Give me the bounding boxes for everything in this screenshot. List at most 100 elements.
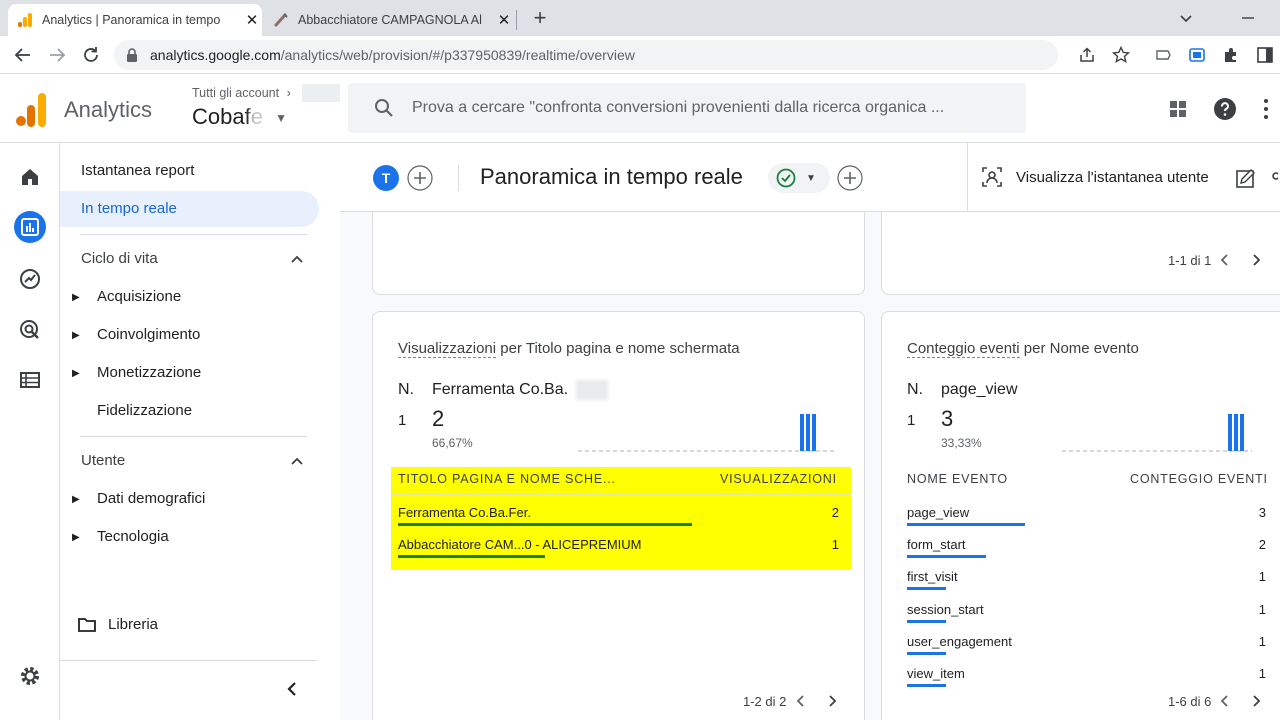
expand-caret-icon: ▶: [72, 330, 80, 341]
close-tab-icon[interactable]: ✕: [494, 11, 514, 29]
collapse-nav-chevron-icon[interactable]: [284, 680, 300, 698]
extension-translate-icon[interactable]: [1188, 46, 1206, 64]
top-value: 2: [432, 406, 445, 431]
configure-list-icon[interactable]: [14, 364, 46, 396]
admin-gear-icon[interactable]: [14, 660, 46, 692]
divider: [967, 143, 968, 212]
pagination-label: 1-1 di 1: [1168, 253, 1212, 268]
redacted-property: [250, 104, 274, 130]
edit-report-icon[interactable]: [1235, 167, 1257, 189]
google-analytics-logo-icon[interactable]: [16, 93, 46, 127]
back-arrow-icon[interactable]: [12, 44, 34, 66]
nav-item-engagement[interactable]: Coinvolgimento: [97, 326, 200, 343]
prev-page-chevron-icon[interactable]: [794, 694, 808, 708]
share-icon[interactable]: [1078, 46, 1096, 64]
views-sparkline: [578, 414, 834, 452]
events-sparkline: [1062, 414, 1252, 452]
row-share-bar: [907, 587, 946, 591]
nav-section-lifecycle[interactable]: Ciclo di vita: [81, 250, 158, 267]
tab-search-chevron-icon[interactable]: [1174, 6, 1198, 30]
table-row[interactable]: session_start 1: [900, 602, 1270, 634]
table-row[interactable]: page_view 3: [900, 505, 1270, 537]
nav-item-realtime[interactable]: In tempo reale: [81, 200, 177, 217]
search-input[interactable]: Prova a cercare "confronta conversioni p…: [348, 83, 1026, 133]
reload-icon[interactable]: [80, 44, 102, 66]
explore-icon[interactable]: [14, 263, 46, 295]
lock-icon: [126, 48, 138, 62]
rank-label: N.: [907, 381, 923, 398]
browser-tab-product[interactable]: Abbacchiatore CAMPAGNOLA Al ✕: [264, 4, 514, 36]
next-page-chevron-icon[interactable]: [825, 694, 839, 708]
reports-icon[interactable]: [14, 211, 46, 243]
minimize-window-icon[interactable]: [1236, 6, 1260, 30]
table-row[interactable]: form_start 2: [900, 537, 1270, 569]
add-card-icon[interactable]: [837, 165, 863, 191]
row-value: 1: [1258, 666, 1266, 681]
row-value: 1: [831, 537, 839, 552]
analytics-favicon-icon: [8, 12, 42, 28]
column-header-event-count[interactable]: CONTEGGIO EVENTI: [1130, 472, 1268, 486]
table-row[interactable]: user_engagement 1: [900, 634, 1270, 666]
nav-item-monetization[interactable]: Monetizzazione: [97, 364, 201, 381]
advertising-icon[interactable]: [14, 314, 46, 346]
page-title: Panoramica in tempo reale: [480, 164, 743, 189]
column-header-page-title[interactable]: TITOLO PAGINA E NOME SCHE...: [398, 472, 616, 486]
prev-page-chevron-icon[interactable]: [1218, 253, 1232, 267]
comparison-avatar[interactable]: T: [373, 165, 399, 191]
table-divider: [391, 494, 851, 495]
column-header-views[interactable]: VISUALIZZAZIONI: [720, 472, 837, 486]
row-value: 1: [1258, 601, 1266, 617]
row-value: 3: [1258, 505, 1266, 520]
table-row[interactable]: Abbacchiatore CAM...0 - ALICEPREMIUM 1: [391, 537, 851, 569]
user-snapshot-icon[interactable]: [981, 166, 1003, 188]
redacted-text: [576, 380, 608, 400]
collapse-lifecycle-chevron-icon[interactable]: [290, 252, 304, 266]
nav-item-demographics[interactable]: Dati demografici: [97, 490, 205, 507]
caret-down-icon: ▼: [806, 172, 816, 184]
top-value: 3: [941, 406, 954, 431]
row-share-bar: [907, 523, 1025, 526]
help-icon[interactable]: [1213, 97, 1237, 121]
table-row[interactable]: Ferramenta Co.Ba.Fer. 2: [391, 505, 851, 537]
collapse-user-chevron-icon[interactable]: [290, 454, 304, 468]
share-report-icon[interactable]: [1270, 170, 1278, 182]
extension-tag-icon[interactable]: [1154, 46, 1172, 64]
column-header-event-name[interactable]: NOME EVENTO: [907, 472, 1008, 486]
apps-grid-icon[interactable]: [1168, 99, 1188, 119]
row-value: 2: [1258, 537, 1266, 553]
add-comparison-icon[interactable]: [407, 165, 433, 191]
top-rank: 1: [398, 412, 407, 429]
row-name: Ferramenta Co.Ba.Fer.: [398, 505, 531, 520]
redacted-account: [302, 84, 340, 102]
top-rank: 1: [907, 412, 916, 429]
table-row[interactable]: first_visit 1: [900, 569, 1270, 601]
forward-arrow-icon[interactable]: [46, 44, 68, 66]
new-tab-plus-icon[interactable]: +: [528, 6, 552, 30]
side-panel-icon[interactable]: [1256, 46, 1274, 64]
close-tab-icon[interactable]: ✕: [242, 11, 262, 29]
expand-caret-icon: ▶: [72, 532, 80, 543]
nav-section-user[interactable]: Utente: [81, 452, 125, 469]
row-value: 2: [831, 505, 839, 520]
address-bar[interactable]: analytics.google.com/analytics/web/provi…: [114, 40, 1058, 70]
bookmark-star-icon[interactable]: [1112, 46, 1130, 64]
user-snapshot-button[interactable]: Visualizza l'istantanea utente: [1016, 169, 1209, 186]
report-status-dropdown[interactable]: ▼: [768, 163, 830, 193]
next-page-chevron-icon[interactable]: [1249, 694, 1263, 708]
extensions-puzzle-icon[interactable]: [1222, 46, 1240, 64]
nav-item-technology[interactable]: Tecnologia: [97, 528, 169, 545]
prev-page-chevron-icon[interactable]: [1218, 694, 1232, 708]
more-vert-icon[interactable]: [1262, 98, 1270, 120]
search-placeholder: Prova a cercare "confronta conversioni p…: [412, 99, 945, 116]
account-breadcrumb[interactable]: Tutti gli account ›: [192, 86, 291, 100]
home-icon[interactable]: [14, 161, 46, 193]
nav-item-library[interactable]: Libreria: [108, 616, 158, 633]
nav-item-retention[interactable]: Fidelizzazione: [97, 402, 192, 419]
nav-item-acquisition[interactable]: Acquisizione: [97, 288, 181, 305]
nav-item-snapshot[interactable]: Istantanea report: [81, 162, 194, 179]
next-page-chevron-icon[interactable]: [1249, 253, 1263, 267]
table-row[interactable]: view_item 1: [900, 666, 1270, 698]
views-card-title: Visualizzazioni per Titolo pagina e nome…: [398, 340, 740, 358]
browser-tab-analytics[interactable]: Analytics | Panoramica in tempo ✕: [8, 4, 262, 36]
reports-nav-panel: [60, 143, 340, 720]
